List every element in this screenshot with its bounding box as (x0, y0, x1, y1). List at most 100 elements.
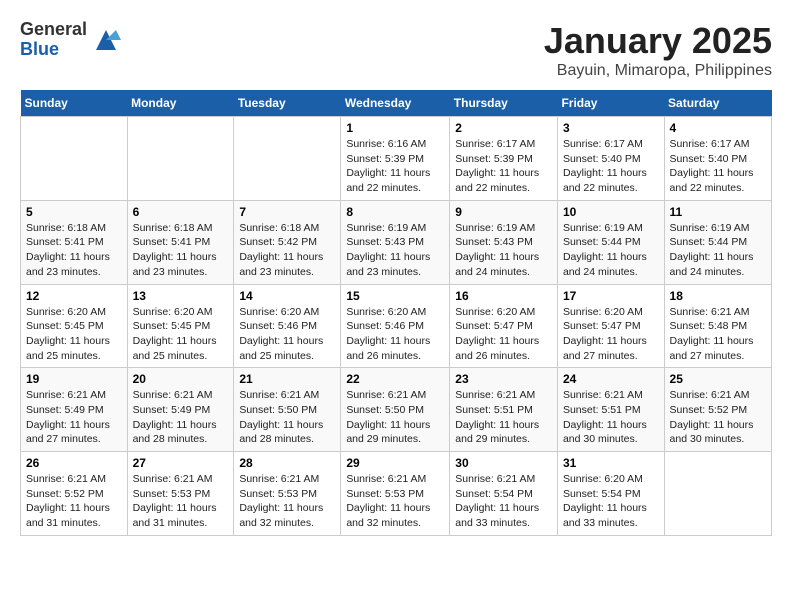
calendar-cell: 13Sunrise: 6:20 AM Sunset: 5:45 PM Dayli… (127, 284, 234, 368)
calendar-cell: 4 Sunrise: 6:17 AM Sunset: 5:40 PM Daylig… (664, 117, 771, 201)
day-number: 12 (26, 289, 122, 303)
calendar-cell: 16Sunrise: 6:20 AM Sunset: 5:47 PM Dayli… (450, 284, 558, 368)
calendar-cell: 14 Sunrise: 6:20 AM Sunset: 5:46 PM Dayli… (234, 284, 341, 368)
day-number: 21 (239, 372, 335, 386)
day-number: 9 (455, 205, 552, 219)
day-number: 23 (455, 372, 552, 386)
day-number: 22 (346, 372, 444, 386)
day-info: Sunrise: 6:20 AM Sunset: 5:47 PM Dayligh… (563, 305, 659, 364)
logo-general-text: General (20, 20, 87, 40)
day-number: 30 (455, 456, 552, 470)
page-header: General Blue January 2025 Bayuin, Mimaro… (20, 20, 772, 80)
day-info: Sunrise: 6:21 AM Sunset: 5:53 PM Dayligh… (239, 472, 335, 531)
day-number: 2 (455, 121, 552, 135)
logo-icon (91, 25, 121, 55)
calendar-header: SundayMondayTuesdayWednesdayThursdayFrid… (21, 90, 772, 117)
day-number: 13 (133, 289, 229, 303)
day-number: 4 (670, 121, 766, 135)
day-info: Sunrise: 6:21 AM Sunset: 5:52 PM Dayligh… (670, 388, 766, 447)
day-info: Sunrise: 6:18 AM Sunset: 5:41 PM Dayligh… (133, 221, 229, 280)
calendar-cell: 30 Sunrise: 6:21 AM Sunset: 5:54 PM Dayli… (450, 452, 558, 536)
calendar-cell: 28 Sunrise: 6:21 AM Sunset: 5:53 PM Dayli… (234, 452, 341, 536)
calendar-week-row: 12 Sunrise: 6:20 AM Sunset: 5:45 PM Dayli… (21, 284, 772, 368)
day-number: 1 (346, 121, 444, 135)
calendar-cell: 26Sunrise: 6:21 AM Sunset: 5:52 PM Dayli… (21, 452, 128, 536)
day-number: 31 (563, 456, 659, 470)
calendar-week-row: 1Sunrise: 6:16 AM Sunset: 5:39 PM Daylig… (21, 117, 772, 201)
day-number: 16 (455, 289, 552, 303)
calendar-cell: 23 Sunrise: 6:21 AM Sunset: 5:51 PM Dayli… (450, 368, 558, 452)
day-of-week-header: Saturday (664, 90, 771, 117)
day-number: 7 (239, 205, 335, 219)
calendar-cell: 8 Sunrise: 6:19 AM Sunset: 5:43 PM Daylig… (341, 200, 450, 284)
calendar-cell: 22 Sunrise: 6:21 AM Sunset: 5:50 PM Dayli… (341, 368, 450, 452)
calendar-cell (664, 452, 771, 536)
day-info: Sunrise: 6:21 AM Sunset: 5:53 PM Dayligh… (346, 472, 444, 531)
day-info: Sunrise: 6:21 AM Sunset: 5:52 PM Dayligh… (26, 472, 122, 531)
day-number: 28 (239, 456, 335, 470)
calendar-week-row: 26Sunrise: 6:21 AM Sunset: 5:52 PM Dayli… (21, 452, 772, 536)
calendar-week-row: 19Sunrise: 6:21 AM Sunset: 5:49 PM Dayli… (21, 368, 772, 452)
day-number: 6 (133, 205, 229, 219)
month-title: January 2025 (544, 20, 772, 62)
calendar-cell: 24Sunrise: 6:21 AM Sunset: 5:51 PM Dayli… (557, 368, 664, 452)
day-number: 27 (133, 456, 229, 470)
day-number: 11 (670, 205, 766, 219)
day-info: Sunrise: 6:19 AM Sunset: 5:43 PM Dayligh… (346, 221, 444, 280)
day-number: 24 (563, 372, 659, 386)
calendar-cell: 9 Sunrise: 6:19 AM Sunset: 5:43 PM Daylig… (450, 200, 558, 284)
calendar-cell: 3Sunrise: 6:17 AM Sunset: 5:40 PM Daylig… (557, 117, 664, 201)
day-info: Sunrise: 6:21 AM Sunset: 5:48 PM Dayligh… (670, 305, 766, 364)
day-info: Sunrise: 6:19 AM Sunset: 5:43 PM Dayligh… (455, 221, 552, 280)
logo: General Blue (20, 20, 121, 60)
location-subtitle: Bayuin, Mimaropa, Philippines (544, 62, 772, 80)
calendar-table: SundayMondayTuesdayWednesdayThursdayFrid… (20, 90, 772, 536)
title-section: January 2025 Bayuin, Mimaropa, Philippin… (544, 20, 772, 80)
day-of-week-header: Sunday (21, 90, 128, 117)
day-info: Sunrise: 6:20 AM Sunset: 5:45 PM Dayligh… (26, 305, 122, 364)
calendar-cell: 6 Sunrise: 6:18 AM Sunset: 5:41 PM Daylig… (127, 200, 234, 284)
calendar-cell: 12 Sunrise: 6:20 AM Sunset: 5:45 PM Dayli… (21, 284, 128, 368)
day-number: 18 (670, 289, 766, 303)
day-number: 14 (239, 289, 335, 303)
day-number: 25 (670, 372, 766, 386)
days-of-week-row: SundayMondayTuesdayWednesdayThursdayFrid… (21, 90, 772, 117)
calendar-cell: 10Sunrise: 6:19 AM Sunset: 5:44 PM Dayli… (557, 200, 664, 284)
day-info: Sunrise: 6:19 AM Sunset: 5:44 PM Dayligh… (670, 221, 766, 280)
calendar-cell: 29 Sunrise: 6:21 AM Sunset: 5:53 PM Dayli… (341, 452, 450, 536)
day-number: 29 (346, 456, 444, 470)
calendar-cell: 7 Sunrise: 6:18 AM Sunset: 5:42 PM Daylig… (234, 200, 341, 284)
calendar-cell (21, 117, 128, 201)
day-of-week-header: Thursday (450, 90, 558, 117)
calendar-cell: 25 Sunrise: 6:21 AM Sunset: 5:52 PM Dayli… (664, 368, 771, 452)
day-info: Sunrise: 6:21 AM Sunset: 5:50 PM Dayligh… (346, 388, 444, 447)
day-info: Sunrise: 6:18 AM Sunset: 5:42 PM Dayligh… (239, 221, 335, 280)
day-of-week-header: Monday (127, 90, 234, 117)
logo-blue-text: Blue (20, 40, 87, 60)
calendar-cell: 1Sunrise: 6:16 AM Sunset: 5:39 PM Daylig… (341, 117, 450, 201)
day-of-week-header: Tuesday (234, 90, 341, 117)
calendar-cell: 31Sunrise: 6:20 AM Sunset: 5:54 PM Dayli… (557, 452, 664, 536)
day-info: Sunrise: 6:21 AM Sunset: 5:50 PM Dayligh… (239, 388, 335, 447)
day-number: 5 (26, 205, 122, 219)
calendar-cell: 20Sunrise: 6:21 AM Sunset: 5:49 PM Dayli… (127, 368, 234, 452)
calendar-cell: 5Sunrise: 6:18 AM Sunset: 5:41 PM Daylig… (21, 200, 128, 284)
calendar-cell: 19Sunrise: 6:21 AM Sunset: 5:49 PM Dayli… (21, 368, 128, 452)
calendar-cell: 17Sunrise: 6:20 AM Sunset: 5:47 PM Dayli… (557, 284, 664, 368)
day-info: Sunrise: 6:21 AM Sunset: 5:51 PM Dayligh… (455, 388, 552, 447)
day-info: Sunrise: 6:21 AM Sunset: 5:54 PM Dayligh… (455, 472, 552, 531)
calendar-cell: 18 Sunrise: 6:21 AM Sunset: 5:48 PM Dayli… (664, 284, 771, 368)
calendar-body: 1Sunrise: 6:16 AM Sunset: 5:39 PM Daylig… (21, 117, 772, 536)
day-info: Sunrise: 6:17 AM Sunset: 5:40 PM Dayligh… (670, 137, 766, 196)
day-info: Sunrise: 6:17 AM Sunset: 5:39 PM Dayligh… (455, 137, 552, 196)
day-info: Sunrise: 6:21 AM Sunset: 5:49 PM Dayligh… (26, 388, 122, 447)
day-number: 8 (346, 205, 444, 219)
calendar-week-row: 5 Sunrise: 6:18 AM Sunset: 5:41 PM Daylig… (21, 200, 772, 284)
day-info: Sunrise: 6:20 AM Sunset: 5:46 PM Dayligh… (346, 305, 444, 364)
calendar-cell: 11 Sunrise: 6:19 AM Sunset: 5:44 PM Dayli… (664, 200, 771, 284)
day-info: Sunrise: 6:20 AM Sunset: 5:46 PM Dayligh… (239, 305, 335, 364)
day-number: 3 (563, 121, 659, 135)
day-of-week-header: Wednesday (341, 90, 450, 117)
day-of-week-header: Friday (557, 90, 664, 117)
day-number: 15 (346, 289, 444, 303)
